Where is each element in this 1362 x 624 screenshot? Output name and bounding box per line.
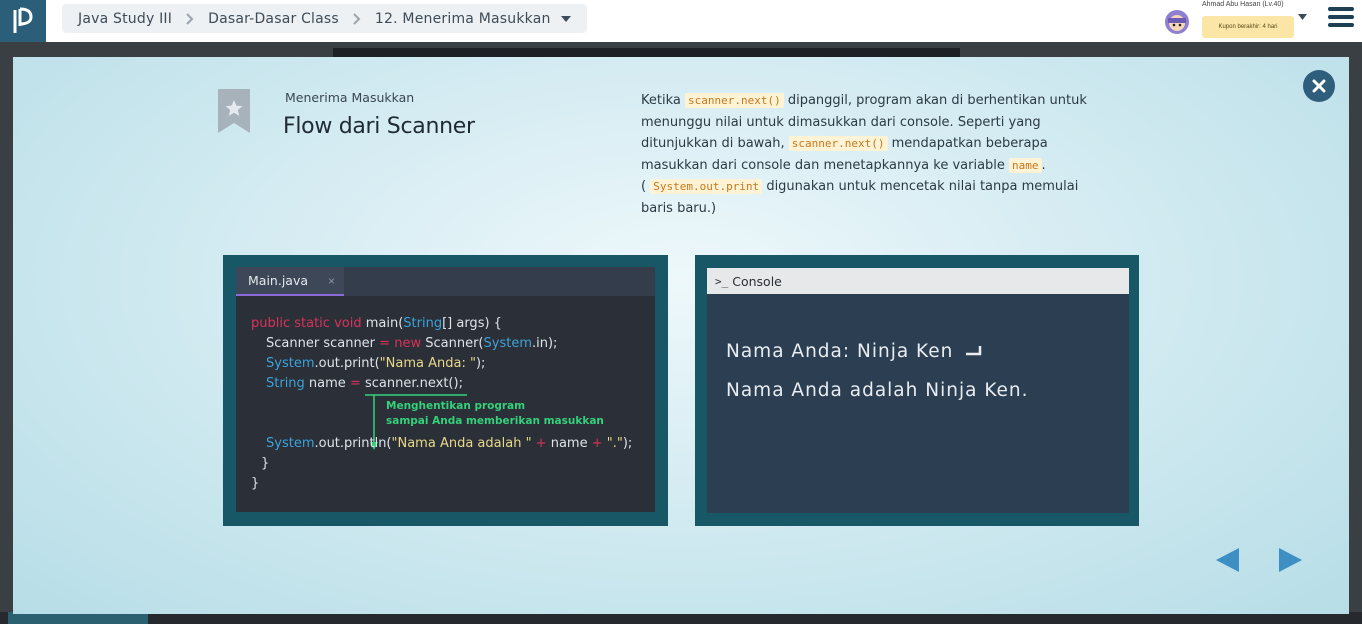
logo[interactable] <box>0 0 46 42</box>
annotation-note-line2: sampai Anda memberikan masukkan <box>386 415 604 427</box>
tab-close-icon[interactable]: × <box>328 274 335 288</box>
progate-logo-icon <box>13 7 33 33</box>
close-button[interactable] <box>1303 70 1335 102</box>
scanner-next-call: scanner.next(); <box>360 376 463 391</box>
annotation-note-line1: Menghentikan program <box>386 400 526 412</box>
inline-code: name <box>1009 157 1042 173</box>
desc-text: . <box>1041 157 1046 173</box>
breadcrumb-chapter[interactable]: Dasar-Dasar Class <box>208 11 339 27</box>
inline-code: scanner.next() <box>684 93 784 108</box>
chevron-right-icon <box>186 12 194 25</box>
desc-text: ( <box>641 179 651 194</box>
enter-key-icon <box>966 346 982 356</box>
console-output-line: Nama Anda: Ninja Ken <box>726 341 982 362</box>
user-name: Ahmad Abu Hasan (Lv.40) <box>1202 1 1284 8</box>
code-line: String name = scanner.next(); <box>266 376 463 391</box>
code-line: } <box>251 476 260 491</box>
top-bar: Java Study III Dasar-Dasar Class 12. Men… <box>0 0 1362 42</box>
hamburger-menu-icon[interactable] <box>1328 7 1354 31</box>
code-editor-panel: Main.java × public static void main(Stri… <box>223 255 668 526</box>
terminal-icon: >_ <box>715 274 729 288</box>
lesson-title: Flow dari Scanner <box>283 114 475 139</box>
code-line: } <box>261 456 270 471</box>
bookmark-star-icon[interactable] <box>218 89 250 133</box>
inline-code: scanner.next() <box>788 136 888 151</box>
code-line: Scanner scanner = new Scanner(System.in)… <box>266 336 558 351</box>
chevron-down-icon[interactable] <box>560 15 571 22</box>
avatar <box>1165 10 1189 34</box>
tab-label: Main.java <box>248 273 309 288</box>
breadcrumb-course[interactable]: Java Study III <box>78 11 172 27</box>
editor-tab-bar: Main.java × <box>236 267 655 296</box>
code-editor: Main.java × public static void main(Stri… <box>236 267 655 512</box>
user-menu[interactable]: Ahmad Abu Hasan (Lv.40) Kupon berakhir: … <box>1160 0 1310 42</box>
close-icon <box>1312 79 1326 93</box>
console-panel: >_ Console Nama Anda: Ninja Ken Nama And… <box>695 255 1139 526</box>
code-line: public static void main(String[] args) { <box>251 316 502 331</box>
tab-main-java[interactable]: Main.java × <box>236 267 344 296</box>
console-output-line: Nama Anda adalah Ninja Ken. <box>726 380 1029 401</box>
code-line: System.out.print("Nama Anda: "); <box>266 356 486 371</box>
desc-text: Ketika <box>641 93 685 108</box>
code-line: System.out.println("Nama Anda adalah " +… <box>266 436 633 451</box>
lesson-subtitle: Menerima Masukkan <box>285 90 415 105</box>
chevron-right-icon <box>353 12 361 25</box>
next-arrow-icon[interactable] <box>1277 547 1303 573</box>
console-title-bar: >_ Console <box>707 268 1129 294</box>
console-title: Console <box>732 273 782 289</box>
chevron-down-icon[interactable] <box>1298 14 1307 20</box>
coupon-badge: Kupon berakhir: 4 hari <box>1202 16 1294 38</box>
slide-modal: Menerima Masukkan Flow dari Scanner Keti… <box>13 57 1349 614</box>
prev-arrow-icon[interactable] <box>1215 547 1241 573</box>
console: >_ Console Nama Anda: Ninja Ken Nama And… <box>707 268 1129 513</box>
breadcrumb-lesson[interactable]: 12. Menerima Masukkan <box>375 11 551 27</box>
lesson-description: Ketika scanner.next() dipanggil, program… <box>641 90 1111 219</box>
breadcrumb: Java Study III Dasar-Dasar Class 12. Men… <box>62 4 587 33</box>
inline-code: System.out.print <box>650 179 763 194</box>
